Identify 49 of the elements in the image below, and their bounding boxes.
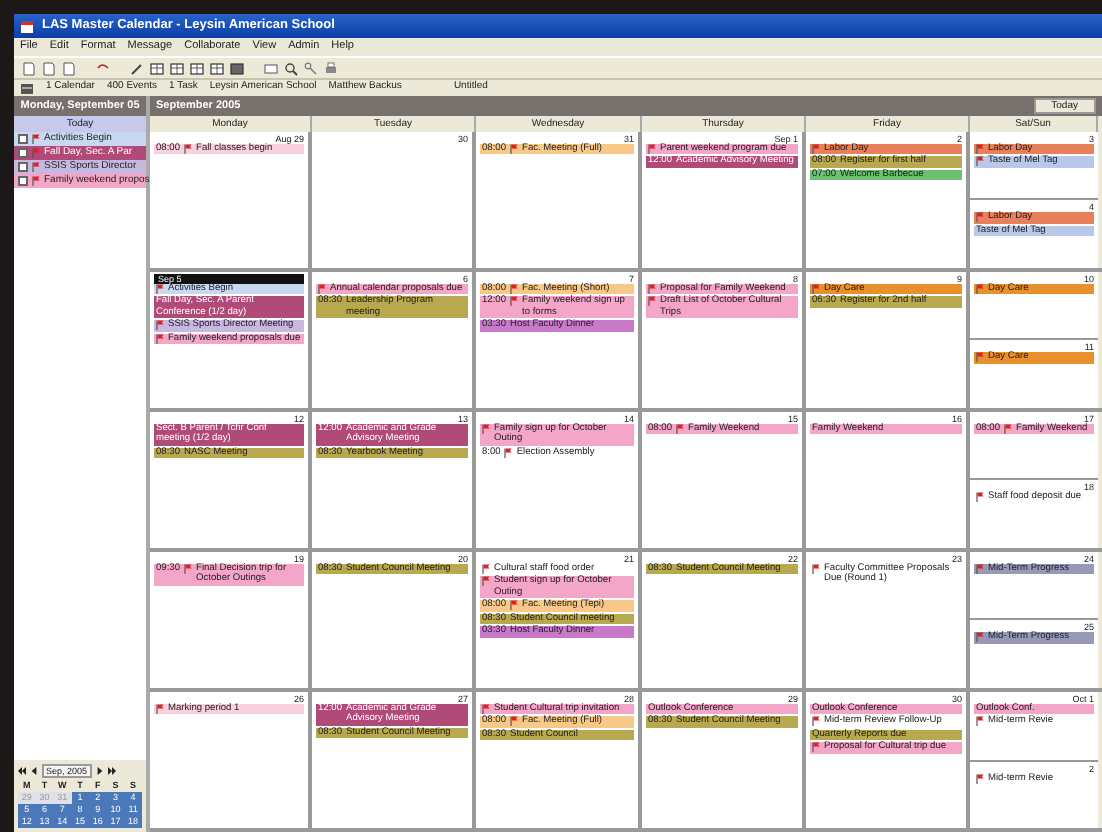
fast-forward-icon[interactable] (107, 766, 116, 776)
grid-icon[interactable] (150, 61, 164, 75)
flag-icon (32, 176, 40, 186)
flag-icon (648, 143, 656, 154)
previous-icon[interactable] (30, 766, 38, 776)
grid-icon[interactable] (210, 61, 224, 75)
printer-icon[interactable] (324, 61, 338, 75)
flag-icon (32, 134, 40, 144)
flag-icon (976, 352, 984, 363)
checkbox[interactable] (18, 134, 28, 144)
flag-icon (976, 283, 984, 294)
flag-icon (976, 716, 984, 727)
flag-icon (976, 563, 984, 574)
pencil-icon[interactable] (130, 61, 144, 75)
flag-icon (32, 148, 40, 158)
flag-icon (812, 716, 820, 727)
flag-icon (976, 492, 984, 503)
flag-icon (156, 283, 164, 294)
flag-icon (156, 703, 164, 714)
checkbox[interactable] (18, 162, 28, 172)
flag-icon (510, 716, 519, 727)
flag-icon (482, 703, 490, 714)
flag-icon (976, 632, 984, 643)
flag-icon (32, 162, 40, 172)
flag-icon (318, 283, 326, 294)
rewind-icon[interactable] (18, 766, 26, 776)
flag-icon (184, 563, 193, 574)
search-icon[interactable] (284, 61, 298, 75)
flag-icon (976, 773, 984, 783)
checkbox[interactable] (18, 176, 28, 186)
checkbox[interactable] (18, 148, 28, 158)
flag-icon (1004, 423, 1013, 434)
flag-icon (504, 447, 513, 458)
flag-icon (510, 143, 519, 154)
flag-icon (812, 143, 820, 154)
flag-icon (976, 212, 984, 223)
flag-icon (676, 423, 685, 434)
calendar-app-icon (20, 19, 34, 33)
grid-icon[interactable] (190, 61, 204, 75)
calendar-icon (20, 81, 34, 95)
flag-icon (812, 563, 820, 574)
flag-icon (812, 742, 820, 753)
flag-icon (510, 600, 519, 611)
grid-icon[interactable] (230, 61, 244, 75)
flag-icon (184, 143, 193, 154)
grid-icon[interactable] (170, 61, 184, 75)
flag-icon (812, 283, 820, 294)
window-icon[interactable] (264, 61, 278, 75)
flag-icon (482, 423, 490, 434)
